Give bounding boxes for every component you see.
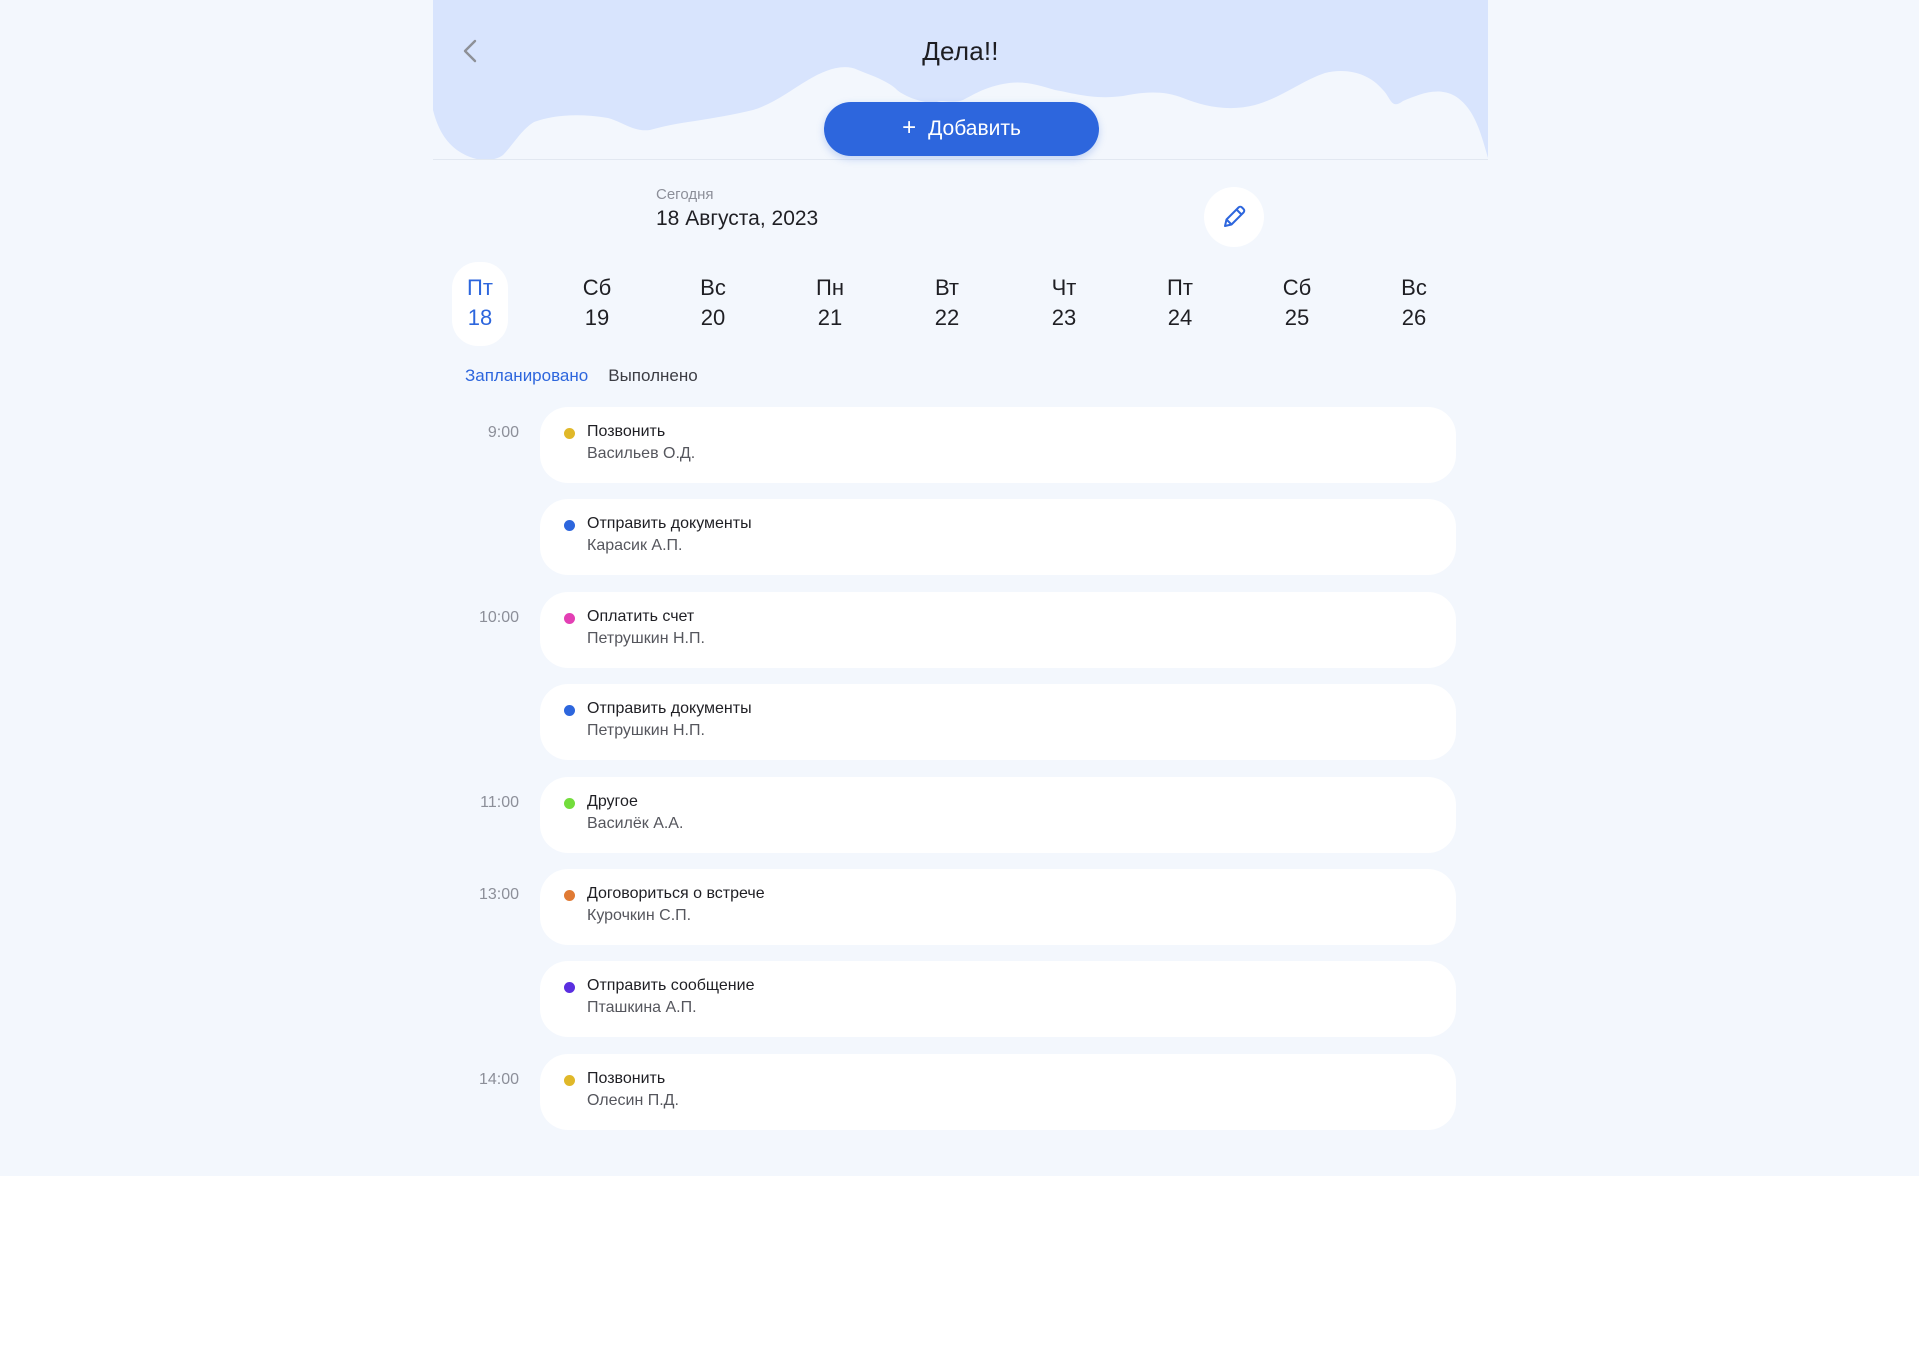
task-card[interactable]: Позвонить Олесин П.Д.	[540, 1054, 1456, 1130]
day-number: 24	[1167, 305, 1193, 330]
task-person: Петрушкин Н.П.	[587, 722, 705, 739]
header-divider	[433, 159, 1488, 160]
task-color-dot	[564, 613, 575, 624]
day-name: Сб	[582, 275, 612, 300]
day-item-25[interactable]: Сб 25	[1269, 262, 1325, 346]
task-color-dot	[564, 890, 575, 901]
task-color-dot	[564, 520, 575, 531]
day-name: Вс	[700, 275, 726, 300]
task-person: Василёк А.А.	[587, 815, 684, 832]
day-name: Вт	[934, 275, 960, 300]
task-person: Карасик А.П.	[587, 537, 683, 554]
day-item-23[interactable]: Чт 23	[1036, 262, 1092, 346]
add-button-label: Добавить	[928, 117, 1021, 140]
task-card[interactable]: Отправить сообщение Пташкина А.П.	[540, 961, 1456, 1037]
task-title: Позвонить	[587, 1070, 666, 1087]
task-card[interactable]: Отправить документы Карасик А.П.	[540, 499, 1456, 575]
task-person: Петрушкин Н.П.	[587, 630, 705, 647]
task-card[interactable]: Договориться о встрече Курочкин С.П.	[540, 869, 1456, 945]
tab-planned[interactable]: Запланировано	[465, 366, 588, 386]
day-number: 25	[1284, 305, 1310, 330]
day-item-24[interactable]: Пт 24	[1152, 262, 1208, 346]
task-time: 13:00	[478, 886, 519, 903]
day-name: Сб	[1282, 275, 1312, 300]
day-item-26[interactable]: Вс 26	[1386, 262, 1442, 346]
task-person: Пташкина А.П.	[587, 999, 697, 1016]
today-label: Сегодня	[656, 186, 714, 203]
task-card[interactable]: Оплатить счет Петрушкин Н.П.	[540, 592, 1456, 668]
task-person: Олесин П.Д.	[587, 1092, 679, 1109]
task-title: Оплатить счет	[587, 608, 695, 625]
task-color-dot	[564, 428, 575, 439]
day-number: 26	[1401, 305, 1427, 330]
task-time: 14:00	[478, 1071, 519, 1088]
task-time: 11:00	[480, 794, 519, 811]
day-number: 19	[584, 305, 610, 330]
task-card[interactable]: Отправить документы Петрушкин Н.П.	[540, 684, 1456, 760]
day-name: Пт	[467, 275, 493, 300]
day-number: 23	[1051, 305, 1077, 330]
status-tabs: Запланировано Выполнено	[465, 366, 698, 386]
day-name: Вс	[1401, 275, 1427, 300]
task-row: Отправить документы Карасик А.П.	[433, 499, 1488, 575]
task-row: 14:00 Позвонить Олесин П.Д.	[433, 1054, 1488, 1130]
task-color-dot	[564, 798, 575, 809]
task-card[interactable]: Позвонить Васильев О.Д.	[540, 407, 1456, 483]
day-number: 18	[467, 305, 493, 330]
task-color-dot	[564, 705, 575, 716]
task-card[interactable]: Другое Василёк А.А.	[540, 777, 1456, 853]
day-number: 20	[700, 305, 726, 330]
task-color-dot	[564, 982, 575, 993]
day-item-21[interactable]: Пн 21	[802, 262, 858, 346]
day-number: 21	[817, 305, 843, 330]
day-number: 22	[934, 305, 960, 330]
today-date: 18 Августа, 2023	[656, 207, 819, 230]
day-item-20[interactable]: Вс 20	[685, 262, 741, 346]
task-row: Отправить сообщение Пташкина А.П.	[433, 961, 1488, 1037]
today-block: Сегодня 18 Августа, 2023	[656, 186, 818, 231]
pencil-icon	[1224, 205, 1246, 227]
task-time: 10:00	[478, 609, 519, 626]
tab-done[interactable]: Выполнено	[608, 366, 697, 386]
day-name: Пн	[816, 275, 844, 300]
task-title: Отправить документы	[587, 515, 752, 532]
day-item-22[interactable]: Вт 22	[919, 262, 975, 346]
task-title: Договориться о встрече	[587, 885, 765, 902]
task-row: 9:00 Позвонить Васильев О.Д.	[433, 407, 1488, 483]
task-title: Другое	[587, 793, 638, 810]
task-row: 13:00 Договориться о встрече Курочкин С.…	[433, 869, 1488, 945]
task-row: 10:00 Оплатить счет Петрушкин Н.П.	[433, 592, 1488, 668]
day-name: Пт	[1167, 275, 1193, 300]
task-color-dot	[564, 1075, 575, 1086]
day-item-19[interactable]: Сб 19	[569, 262, 625, 346]
task-person: Курочкин С.П.	[587, 907, 692, 924]
page-title: Дела!!	[922, 36, 999, 66]
add-button[interactable]: + Добавить	[824, 102, 1099, 156]
day-item-18[interactable]: Пт 18	[452, 262, 508, 346]
task-time: 9:00	[487, 424, 519, 441]
task-title: Позвонить	[587, 423, 666, 440]
plus-icon: +	[902, 113, 917, 141]
task-title: Отправить документы	[587, 700, 752, 717]
task-row: 11:00 Другое Василёк А.А.	[433, 777, 1488, 853]
day-name: Чт	[1051, 275, 1077, 300]
task-row: Отправить документы Петрушкин Н.П.	[433, 684, 1488, 760]
task-person: Васильев О.Д.	[587, 445, 696, 462]
edit-button[interactable]	[1204, 187, 1264, 247]
day-strip: Пт 18 Сб 19 Вс 20 Пн 21 Вт 22 Чт 23 Пт 2…	[433, 262, 1488, 346]
tasks-panel: Дела!! + Добавить Сегодня 18 Августа, 20…	[433, 0, 1488, 1176]
task-title: Отправить сообщение	[587, 977, 755, 994]
